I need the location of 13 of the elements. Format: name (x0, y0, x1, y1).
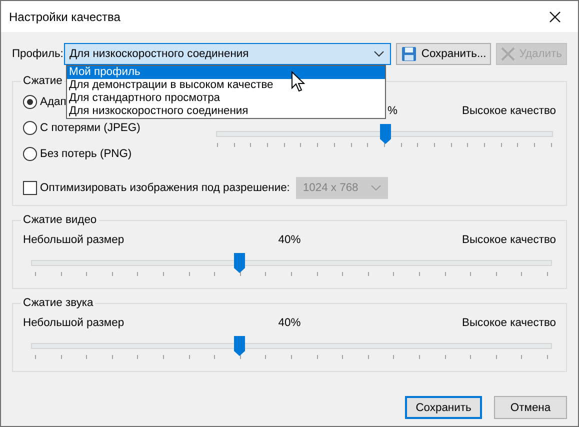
slider-reading: 40% (278, 234, 301, 246)
high-quality-label: Высокое качество (461, 317, 556, 329)
window-title: Настройки качества (9, 10, 120, 24)
group-title: Сжатие звука (22, 297, 94, 309)
group-title: Сжатие видео (22, 214, 98, 226)
high-quality-label: Высокое качество (461, 105, 556, 117)
high-quality-label: Высокое качество (461, 234, 556, 246)
profile-label: Профиль: (12, 48, 64, 60)
slider-reading: % (386, 105, 398, 117)
group-title: Сжатие (22, 75, 64, 87)
small-size-label: Небольшой размер (23, 234, 126, 246)
small-size-label: Небольшой размер (23, 317, 126, 329)
slider-reading: 40% (278, 317, 301, 329)
